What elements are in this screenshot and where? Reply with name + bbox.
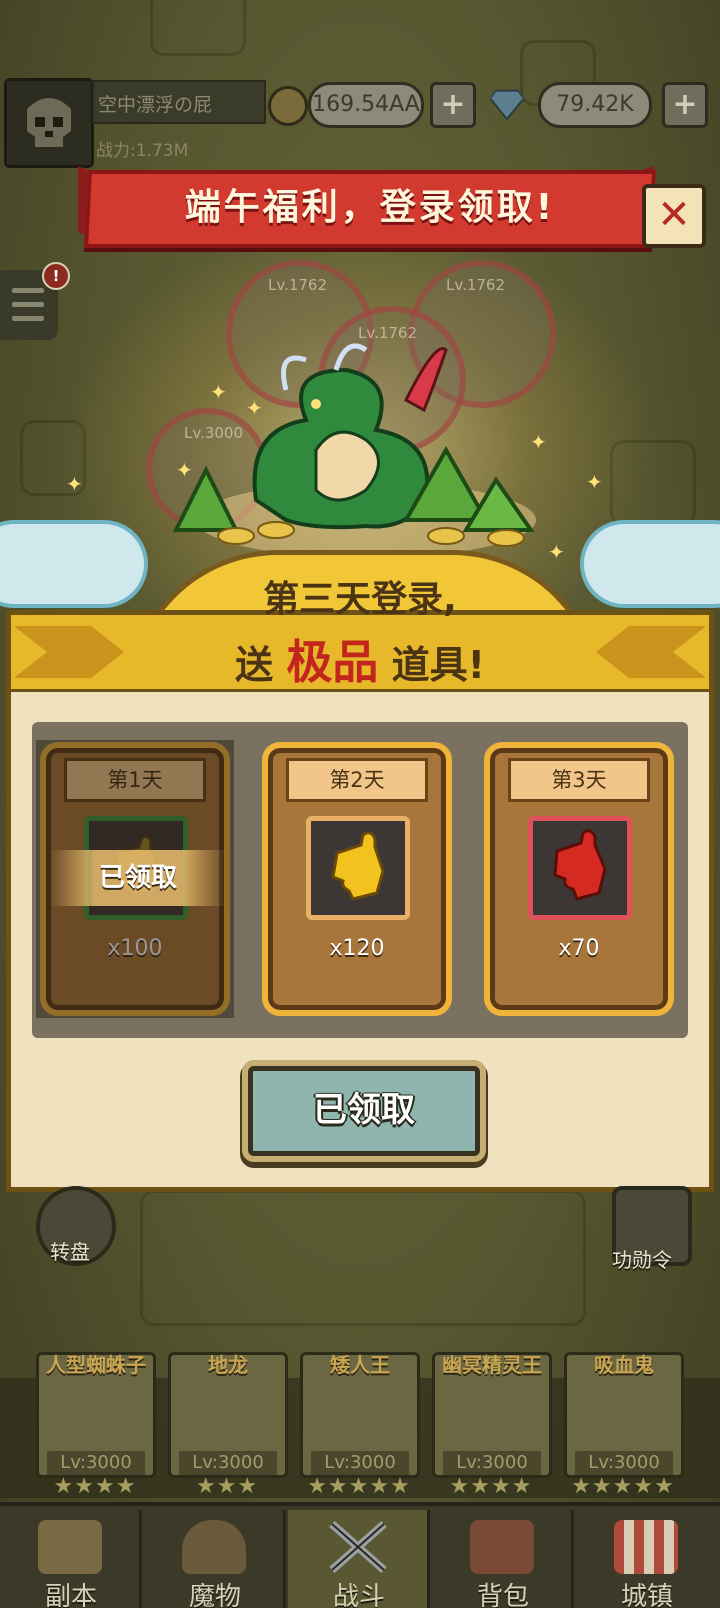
add-gems-button[interactable]: + (662, 82, 708, 128)
claimed-label: 已领取 (50, 850, 226, 906)
map-icon (38, 1520, 102, 1574)
monster-helmet-icon (182, 1520, 246, 1574)
diamond-icon (490, 89, 524, 120)
hero-name: 幽冥精灵王 (442, 1353, 542, 1377)
boss-level-label: Lv.1762 (268, 276, 328, 294)
event-banner-title: 端午福利，登录领取! (184, 187, 556, 228)
sparkle-icon: ✦ (66, 472, 83, 496)
hero-level: Lv:3000 (47, 1451, 145, 1475)
boss-level-label: Lv.1762 (446, 276, 506, 294)
nav-label: 战斗 (332, 1582, 385, 1608)
player-avatar[interactable] (4, 78, 94, 168)
add-gold-button[interactable]: + (430, 82, 476, 128)
hero-level: Lv:3000 (443, 1451, 541, 1475)
hero-level: Lv:3000 (179, 1451, 277, 1475)
item-frame (306, 816, 410, 920)
nav-label: 背包 (476, 1582, 529, 1608)
sparkle-icon: ✦ (210, 380, 227, 404)
game-screen: 空中漂浮の屁 战力:1.73M 169.54AA + 79.42K + ! Lv… (0, 0, 720, 1608)
headline-highlight: 极品 (286, 635, 379, 689)
hero-stars: ★★★ (195, 1474, 259, 1499)
sparkle-icon: ✦ (246, 396, 263, 420)
town-shop-icon (614, 1520, 678, 1574)
hero-stars: ★★★★ (449, 1474, 533, 1499)
nav-monsters[interactable]: 魔物 (144, 1510, 286, 1608)
hero-name: 地龙 (208, 1353, 248, 1377)
hero-level: Lv:3000 (311, 1451, 409, 1475)
hero-card[interactable]: 人型蜘蛛子 Lv:3000 (36, 1352, 156, 1478)
sparkle-icon: ✦ (176, 458, 193, 482)
claim-button[interactable]: 已领取 (248, 1066, 480, 1156)
day-card-3: 第3天 x70 (484, 742, 674, 1016)
hamburger-icon (12, 316, 44, 321)
puzzle-piece-icon (331, 831, 385, 901)
sparkle-icon: ✦ (586, 470, 603, 494)
hero-card[interactable]: 吸血鬼 Lv:3000 (564, 1352, 684, 1478)
nav-town[interactable]: 城镇 (576, 1510, 718, 1608)
close-button[interactable]: ✕ (642, 184, 706, 248)
hero-name: 人型蜘蛛子 (46, 1353, 146, 1377)
map-doodle (150, 0, 246, 56)
hamburger-icon (12, 288, 44, 293)
bottom-nav: 副本 魔物 战斗 背包 城镇 (0, 1502, 720, 1608)
hero-name: 吸血鬼 (594, 1353, 654, 1377)
gold-coin-icon (268, 86, 308, 126)
hamburger-icon (12, 302, 44, 307)
skull-icon (7, 81, 91, 165)
headline-prefix: 送 (235, 643, 274, 687)
hero-stars: ★★★★★ (571, 1474, 675, 1499)
dragon-with-zongzi-illustration (172, 343, 536, 558)
day-card-2: 第2天 x120 (262, 742, 452, 1016)
nav-battle[interactable]: 战斗 (288, 1510, 430, 1608)
nav-label: 城镇 (620, 1582, 673, 1608)
gold-amount: 169.54AA (308, 82, 424, 128)
item-quantity: x70 (558, 936, 600, 961)
wheel-label[interactable]: 转盘 (50, 1236, 90, 1265)
nav-backpack[interactable]: 背包 (432, 1510, 574, 1608)
map-doodle (140, 1190, 586, 1326)
backpack-icon (470, 1520, 534, 1574)
nav-dungeon[interactable]: 副本 (0, 1510, 142, 1608)
hero-stars: ★★★★★ (307, 1474, 411, 1499)
headline-line2: 送 极品 道具! (0, 626, 720, 692)
nav-label: 魔物 (188, 1582, 241, 1608)
puzzle-piece-icon (553, 829, 607, 901)
hero-card[interactable]: 矮人王 Lv:3000 (300, 1352, 420, 1478)
headline-suffix: 道具! (391, 643, 485, 687)
top-bar: 空中漂浮の屁 战力:1.73M 169.54AA + 79.42K + (0, 74, 720, 168)
hero-card[interactable]: 地龙 Lv:3000 (168, 1352, 288, 1478)
player-name: 空中漂浮の屁 (98, 94, 213, 116)
day-label: 第3天 (508, 758, 650, 802)
nav-label: 副本 (44, 1582, 97, 1608)
day-label: 第2天 (286, 758, 428, 802)
hero-name: 矮人王 (330, 1353, 390, 1377)
hero-card[interactable]: 幽冥精灵王 Lv:3000 (432, 1352, 552, 1478)
hero-level: Lv:3000 (575, 1451, 673, 1475)
headline-line1: 第三天登录, (263, 579, 457, 620)
crossed-swords-icon (329, 1521, 387, 1573)
gem-amount: 79.42K (538, 82, 652, 128)
sparkle-icon: ✦ (530, 430, 547, 454)
item-quantity: x120 (329, 936, 385, 961)
item-frame (528, 816, 632, 920)
hero-stars: ★★★★ (53, 1474, 137, 1499)
merit-label[interactable]: 功勋令 (612, 1244, 672, 1273)
combat-power: 战力:1.73M (96, 141, 189, 161)
sparkle-icon: ✦ (548, 540, 565, 564)
